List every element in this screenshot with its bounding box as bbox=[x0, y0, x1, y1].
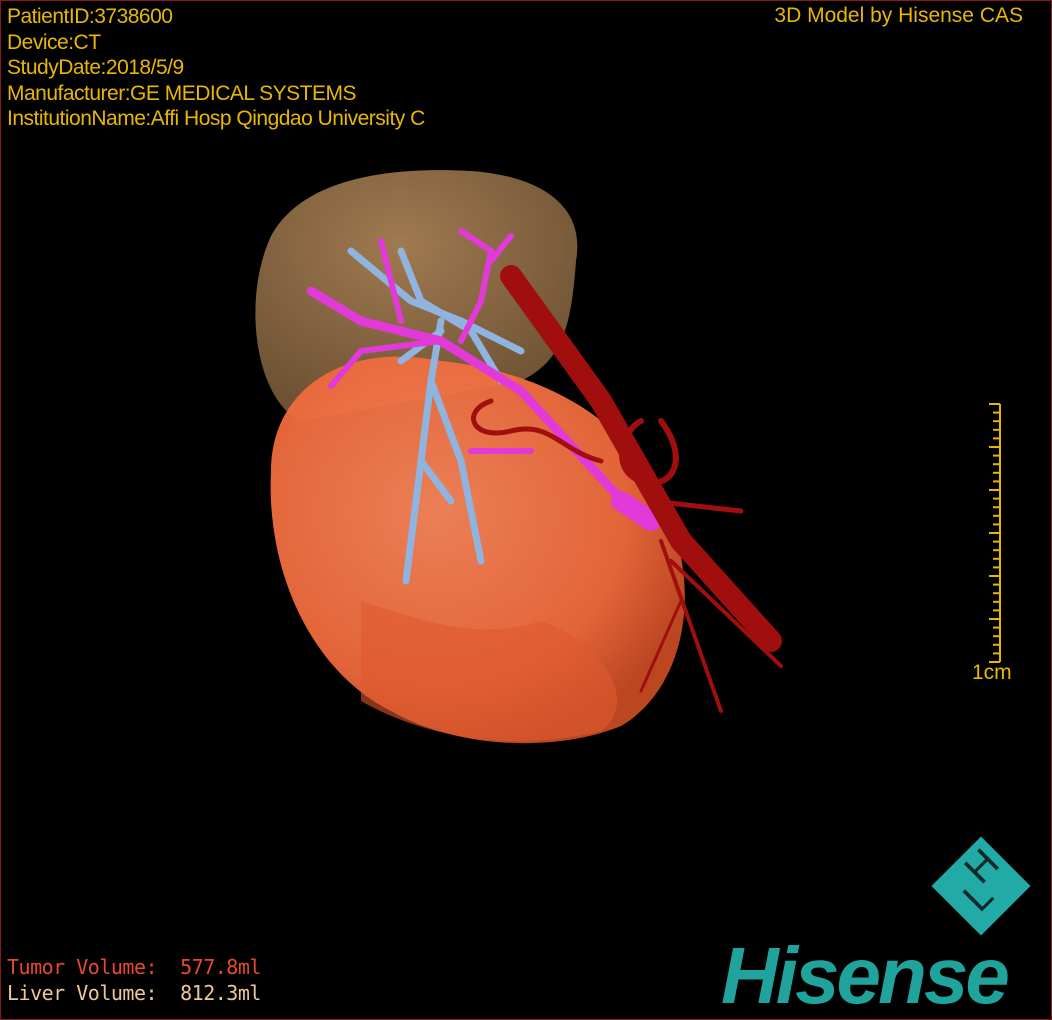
tumor-volume: Tumor Volume: 577.8ml bbox=[7, 955, 261, 979]
manufacturer: Manufacturer:GE MEDICAL SYSTEMS bbox=[7, 81, 356, 105]
device: Device:CT bbox=[7, 30, 101, 54]
dicom-info-overlay: PatientID:3738600 Device:CT StudyDate:20… bbox=[7, 4, 425, 132]
study-date: StudyDate:2018/5/9 bbox=[7, 56, 184, 79]
scale-bar-label: 1cm bbox=[972, 661, 1012, 684]
3d-viewport[interactable]: PatientID:3738600 Device:CT StudyDate:20… bbox=[0, 0, 1052, 1020]
patient-id: PatientID:3738600 bbox=[7, 5, 173, 28]
scale-bar bbox=[989, 403, 1001, 663]
institution-name: InstitutionName:Affi Hosp Qingdao Univer… bbox=[7, 107, 425, 130]
hisense-logo: Hisense bbox=[721, 931, 1010, 1020]
model-credit: 3D Model by Hisense CAS bbox=[774, 4, 1023, 27]
liver-volume: Liver Volume: 812.3ml bbox=[7, 981, 261, 1005]
3d-liver-model[interactable] bbox=[1, 1, 1051, 1019]
